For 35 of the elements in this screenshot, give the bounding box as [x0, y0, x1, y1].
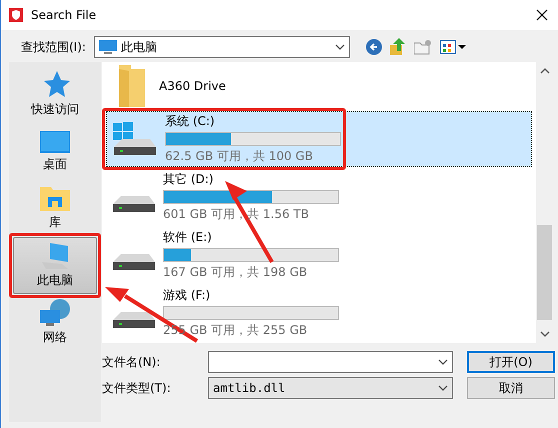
library-folder-icon — [40, 186, 70, 210]
window-title: Search File — [31, 8, 98, 22]
open-button[interactable]: 打开(O) — [467, 351, 555, 373]
dropdown-caret-icon[interactable] — [334, 44, 345, 50]
scroll-thumb[interactable] — [537, 225, 552, 320]
back-icon[interactable] — [366, 39, 382, 55]
new-folder-icon[interactable] — [414, 39, 432, 55]
drive-item[interactable]: 其它 (D:) 601 GB 可用，共 1.56 TB — [106, 169, 532, 225]
app-logo-icon — [9, 8, 23, 22]
drive-item[interactable]: 软件 (E:) 167 GB 可用，共 198 GB — [106, 227, 532, 283]
network-icon — [40, 299, 70, 326]
scroll-up-icon[interactable] — [540, 68, 550, 74]
places-item[interactable]: 此电脑 — [13, 237, 97, 294]
cancel-button[interactable]: 取消 — [467, 377, 555, 399]
computer-icon — [42, 242, 68, 268]
places-item[interactable]: 桌面 — [13, 123, 97, 180]
look-in-dropdown[interactable]: 此电脑 — [94, 36, 350, 58]
file-name-field[interactable] — [208, 351, 453, 373]
drive-item[interactable]: 系统 (C:) 62.5 GB 可用，共 100 GB — [106, 111, 532, 167]
scroll-down-icon[interactable] — [540, 331, 550, 337]
close-icon[interactable] — [536, 9, 548, 21]
dropdown-caret-icon[interactable] — [438, 385, 448, 391]
places-item[interactable]: 网络 — [13, 294, 97, 351]
file-type-dropdown[interactable]: amtlib.dll — [208, 377, 453, 399]
file-name-label: 文件名(N): — [102, 354, 162, 370]
computer-icon — [98, 40, 117, 54]
places-item[interactable]: 库 — [13, 180, 97, 237]
file-type-label: 文件类型(T): — [102, 380, 172, 396]
desktop-icon — [40, 130, 70, 152]
up-folder-icon[interactable] — [390, 38, 406, 56]
view-menu-icon[interactable] — [440, 40, 466, 54]
dropdown-caret-icon[interactable] — [438, 359, 448, 365]
places-item[interactable]: 快速访问 — [13, 66, 97, 123]
look-in-label: 查找范围(I): — [21, 38, 86, 56]
folder-item[interactable]: A360 Drive — [106, 63, 532, 109]
